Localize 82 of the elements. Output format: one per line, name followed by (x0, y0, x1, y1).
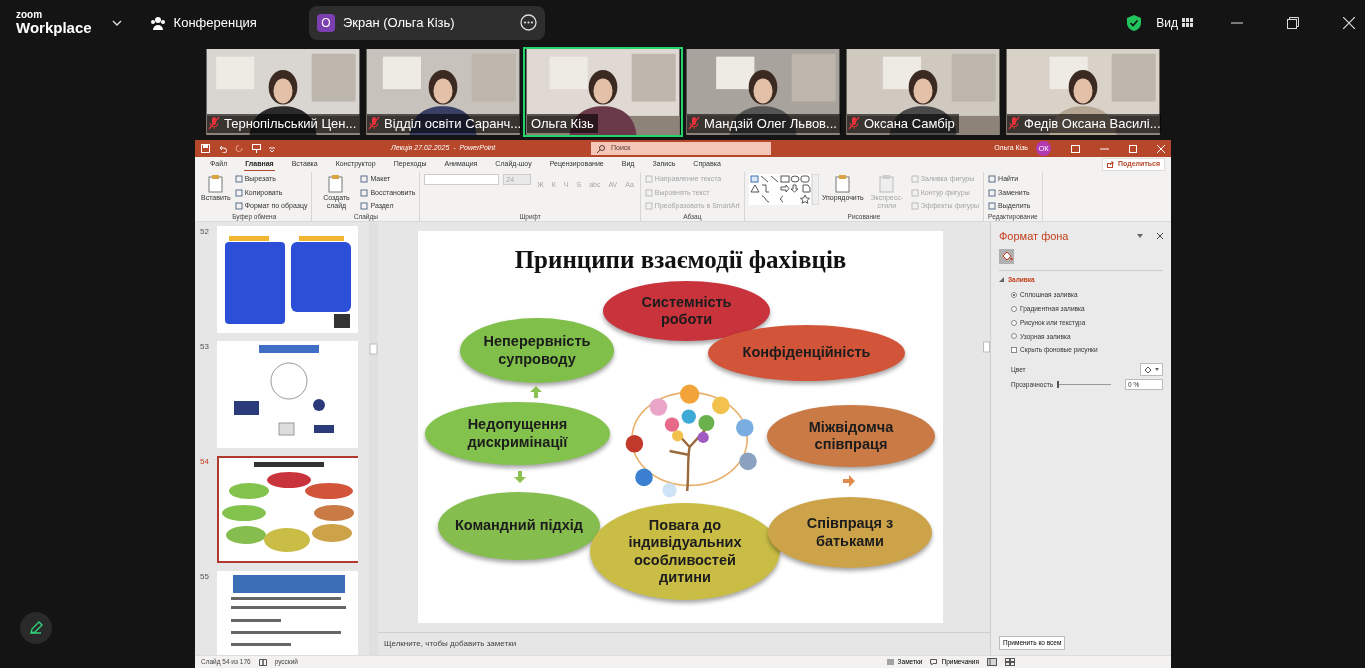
avatar: О (316, 13, 335, 32)
square-icon (910, 188, 919, 197)
participant-name: Федів Оксана Василі... (1024, 114, 1161, 133)
principle-oval: Конфіденційність (708, 325, 905, 381)
ribbon-display-icon[interactable] (1071, 144, 1080, 153)
square-icon (360, 175, 369, 184)
book-icon[interactable] (258, 658, 267, 666)
view-button[interactable]: Вид (1156, 13, 1193, 32)
square-icon (234, 188, 243, 197)
radio-button[interactable] (1011, 292, 1017, 299)
grid-icon[interactable] (1005, 658, 1015, 666)
search-icon (597, 144, 605, 153)
participant-name: Тернопільський Цен... (224, 114, 357, 133)
square-icon (644, 202, 653, 211)
square-icon (234, 175, 243, 184)
undo-icon[interactable] (218, 144, 227, 153)
pane-title: Формат фона (999, 229, 1069, 244)
logo-text: Workplace (16, 20, 92, 35)
principle-oval: Командний підхід (438, 492, 600, 560)
shield-icon (1126, 13, 1143, 32)
square-icon (988, 188, 997, 197)
square-icon (360, 188, 369, 197)
square-icon (910, 202, 919, 211)
principle-oval: Міжвідомча співпраця (767, 405, 935, 467)
principle-oval: Повага до індивідуальних особливостей дитини (590, 503, 780, 600)
participant-name: Мандзій Олег Львов... (704, 114, 837, 133)
maximize-icon[interactable] (1129, 144, 1137, 153)
chevron-down-icon[interactable] (111, 19, 122, 26)
share-icon (1107, 161, 1114, 168)
checkbox[interactable] (1011, 347, 1017, 354)
square-icon (910, 175, 919, 184)
slide-number: 53 (199, 341, 210, 353)
presentation-icon[interactable] (252, 144, 261, 153)
expander-icon[interactable] (999, 276, 1004, 282)
font-name-field[interactable] (424, 174, 500, 185)
restore-icon[interactable] (1287, 16, 1299, 29)
logo-text: zoom (16, 10, 44, 20)
pen-icon (28, 620, 44, 636)
principle-oval: Недопущення дискримінації (425, 402, 610, 465)
principle-oval: Співпраця з батьками (768, 497, 932, 568)
shapes-gallery[interactable] (748, 174, 819, 205)
participant-name: Ольга Кізь (531, 114, 594, 133)
radio-button[interactable] (1011, 305, 1017, 312)
save-icon[interactable] (201, 144, 210, 153)
arrow-icon (514, 471, 526, 483)
square-icon (644, 175, 653, 184)
notes-field[interactable]: Щелкните, чтобы добавить заметки (384, 638, 517, 650)
normal-view-icon[interactable] (987, 658, 997, 666)
square-icon (644, 188, 653, 197)
meeting-title: Конференция (173, 13, 257, 32)
grid-icon (1182, 17, 1193, 28)
annotate-button[interactable] (20, 612, 52, 644)
share-label: Экран (Ольга Кізь) (342, 13, 455, 32)
principle-oval: Системність роботи (603, 281, 770, 341)
slide-number: 55 (199, 571, 210, 583)
page-icon (206, 174, 225, 194)
participant-name: Відділ освіти Саранч... (384, 114, 521, 133)
slide-title: Принципи взаємодії фахівців (513, 245, 848, 275)
caret-icon[interactable] (1137, 234, 1143, 239)
color-picker-button[interactable] (1140, 363, 1163, 376)
arrow-icon (530, 386, 542, 398)
square-icon (234, 202, 243, 211)
comment-icon (930, 659, 938, 665)
scrollbar[interactable] (369, 222, 378, 655)
close-icon[interactable] (1157, 233, 1163, 240)
radio-button[interactable] (1011, 333, 1017, 340)
square-icon (988, 202, 997, 211)
square-icon (360, 202, 369, 211)
people-icon (149, 15, 166, 30)
page-icon (833, 174, 852, 194)
slide-number: 54 (199, 456, 210, 468)
participant-name: Оксана Самбір (864, 114, 955, 133)
notes-icon (886, 659, 894, 665)
page-icon (327, 174, 346, 194)
square-icon (988, 175, 997, 184)
caret-icon[interactable] (269, 144, 275, 153)
principle-oval: Неперервність супроводу (460, 318, 614, 383)
more-icon[interactable] (519, 14, 537, 31)
arrow-icon (843, 475, 855, 487)
caret-icon (1155, 368, 1159, 371)
slide-number: 52 (199, 226, 210, 238)
radio-button[interactable] (1011, 319, 1017, 326)
